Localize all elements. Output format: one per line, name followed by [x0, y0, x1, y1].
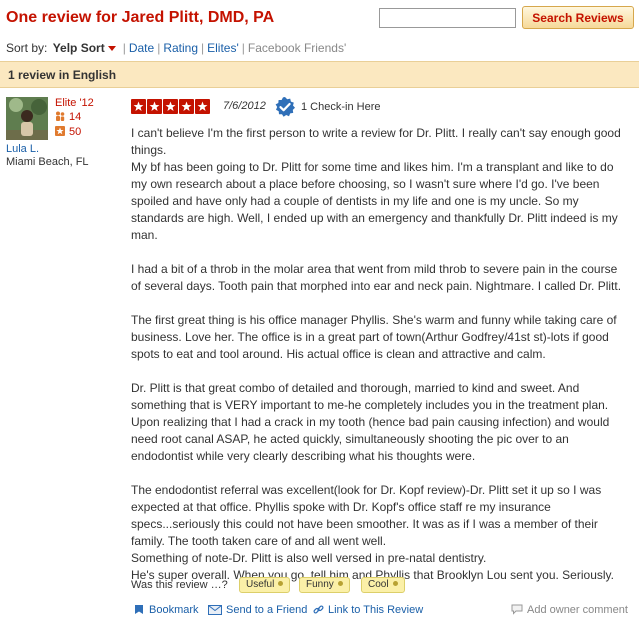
- review-line: spots to eat and tool around. His actual…: [131, 347, 546, 361]
- link-to-review[interactable]: Link to This Review: [313, 604, 423, 618]
- sort-date-link[interactable]: Date: [129, 41, 154, 55]
- vote-dot-icon: [337, 581, 343, 586]
- sort-facebook-friends[interactable]: Facebook Friends': [248, 41, 346, 55]
- review-line: expected at that office. Phyllis spoke w…: [131, 500, 551, 514]
- user-location: Miami Beach, FL: [6, 156, 89, 168]
- star-icon: [179, 99, 194, 114]
- caret-down-icon[interactable]: [107, 45, 116, 51]
- review-line: specs...seriously this could not have be…: [131, 517, 598, 531]
- checkin-badge-icon: [274, 96, 296, 118]
- review-line: of several days. Tooth pain that morphed…: [131, 279, 622, 293]
- review-line: I had a bit of a throb in the molar area…: [131, 262, 618, 276]
- vote-dot-icon: [278, 581, 284, 586]
- language-bar-label: 1 review in English: [8, 68, 117, 82]
- send-to-friend-label: Send to a Friend: [226, 604, 308, 616]
- add-owner-comment-link[interactable]: Add owner comment: [511, 604, 628, 618]
- friend-count-value: 14: [69, 111, 82, 123]
- useful-label: Useful: [246, 579, 275, 590]
- link-icon: [313, 604, 324, 618]
- vote-prompt: Was this review …?: [131, 579, 228, 591]
- review-line: Dr. Plitt is that great combo of detaile…: [131, 381, 580, 395]
- divider: |: [201, 41, 205, 55]
- sort-bar: Sort by: Yelp Sort | Date | Rating | Elites' | F…: [6, 41, 346, 55]
- page-title: One review for Jared Plitt, DMD, PA: [6, 9, 275, 26]
- page-header: One review for Jared Plitt, DMD, PA Sear…: [6, 6, 634, 31]
- review-line: man.: [131, 228, 158, 242]
- review-line: family. The tooth taken care of and all …: [131, 534, 387, 548]
- cool-label: Cool: [368, 579, 389, 590]
- link-to-review-label: Link to This Review: [328, 604, 424, 616]
- sort-rating-link[interactable]: Rating: [163, 41, 198, 55]
- review-line: The first great thing is his office mana…: [131, 313, 617, 327]
- review-line: spoiled and have only had a couple of de…: [131, 194, 579, 208]
- send-to-friend-link[interactable]: Send to a Friend: [208, 604, 307, 618]
- avatar[interactable]: [6, 97, 48, 140]
- checkin-count: 1 Check-in Here: [301, 101, 381, 113]
- review-line: The endodontist referral was excellent(l…: [131, 483, 602, 497]
- review-line: business. Love her. The office is in a g…: [131, 330, 609, 344]
- vote-dot-icon: [392, 581, 398, 586]
- language-bar: 1 review in English: [0, 61, 639, 88]
- star-icon: [163, 99, 178, 114]
- sort-label: Sort by:: [6, 41, 48, 55]
- review-line: My bf has been going to Dr. Plitt for so…: [131, 160, 614, 174]
- divider: |: [241, 41, 245, 55]
- divider: |: [122, 41, 126, 55]
- sort-yelp-sort[interactable]: Yelp Sort: [53, 41, 105, 55]
- search-reviews-input[interactable]: [379, 8, 516, 28]
- divider: |: [157, 41, 161, 55]
- friends-icon: [55, 111, 65, 121]
- bookmark-icon: [133, 604, 145, 618]
- star-icon: [147, 99, 162, 114]
- star-rating: [131, 99, 210, 114]
- user-name-link[interactable]: Lula L.: [6, 143, 39, 155]
- review-count-value: 50: [69, 126, 82, 138]
- sort-elites-link[interactable]: Elites': [207, 41, 239, 55]
- star-icon: [195, 99, 210, 114]
- add-owner-comment-label: Add owner comment: [527, 604, 628, 616]
- cool-button[interactable]: Cool: [361, 577, 405, 593]
- review-date: 7/6/2012: [223, 100, 266, 112]
- comment-bubble-icon: [511, 604, 523, 618]
- review-line: things.: [131, 143, 167, 157]
- review-line: Upon realizing that I had a crack in my …: [131, 415, 610, 429]
- search-reviews-button[interactable]: Search Reviews: [522, 6, 634, 29]
- review-line: my own research about a place before cho…: [131, 177, 600, 191]
- review-line: need root canal ASAP, he acted quickly, …: [131, 432, 569, 446]
- review-line: Something of note-Dr. Plitt is also well…: [131, 551, 487, 565]
- review-line: I can't believe I'm the first person to …: [131, 126, 621, 140]
- review-text: I can't believe I'm the first person to …: [131, 125, 631, 584]
- bookmark-label: Bookmark: [149, 604, 199, 616]
- envelope-icon: [208, 605, 222, 618]
- review-count: 50: [55, 126, 81, 138]
- bookmark-link[interactable]: Bookmark: [133, 604, 199, 618]
- review-line: standards are high. Well, I ended up wit…: [131, 211, 618, 225]
- star-icon: [131, 99, 146, 114]
- review-line: endodontist while very clearly describin…: [131, 449, 476, 463]
- funny-button[interactable]: Funny: [299, 577, 350, 593]
- review-star-icon: [55, 126, 65, 136]
- funny-label: Funny: [306, 579, 334, 590]
- elite-badge[interactable]: Elite '12: [55, 97, 94, 109]
- review-line: something that is VERY important to me-h…: [131, 398, 609, 412]
- friend-count: 14: [55, 111, 81, 123]
- useful-button[interactable]: Useful: [239, 577, 291, 593]
